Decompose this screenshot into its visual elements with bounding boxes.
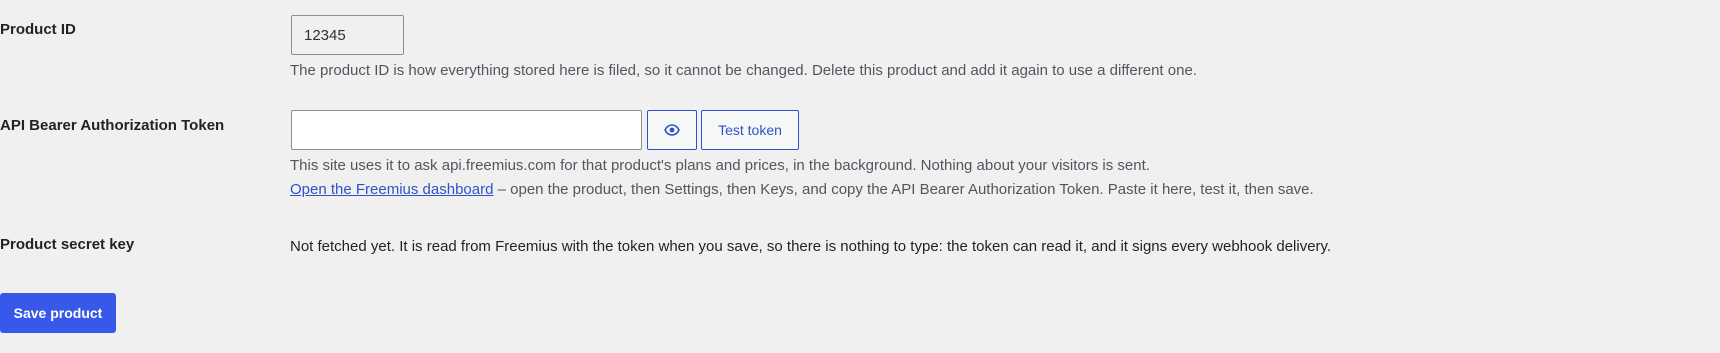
- product-id-label: Product ID: [0, 21, 76, 38]
- token-input[interactable]: [291, 110, 642, 150]
- token-description: This site uses it to ask api.freemius.co…: [290, 157, 1150, 174]
- token-help: Open the Freemius dashboard – open the p…: [290, 181, 1314, 198]
- toggle-token-visibility-button[interactable]: [647, 110, 697, 150]
- token-help-text: – open the product, then Settings, then …: [493, 181, 1314, 198]
- product-id-input[interactable]: [291, 15, 404, 55]
- token-label: API Bearer Authorization Token: [0, 117, 225, 134]
- secret-key-label: Product secret key: [0, 236, 135, 253]
- save-product-button[interactable]: Save product: [0, 293, 116, 333]
- secret-key-status: Not fetched yet. It is read from Freemiu…: [290, 238, 1332, 255]
- freemius-dashboard-link[interactable]: Open the Freemius dashboard: [290, 181, 493, 198]
- eye-icon: [664, 124, 680, 136]
- test-token-button[interactable]: Test token: [701, 110, 799, 150]
- product-id-description: The product ID is how everything stored …: [290, 62, 1197, 79]
